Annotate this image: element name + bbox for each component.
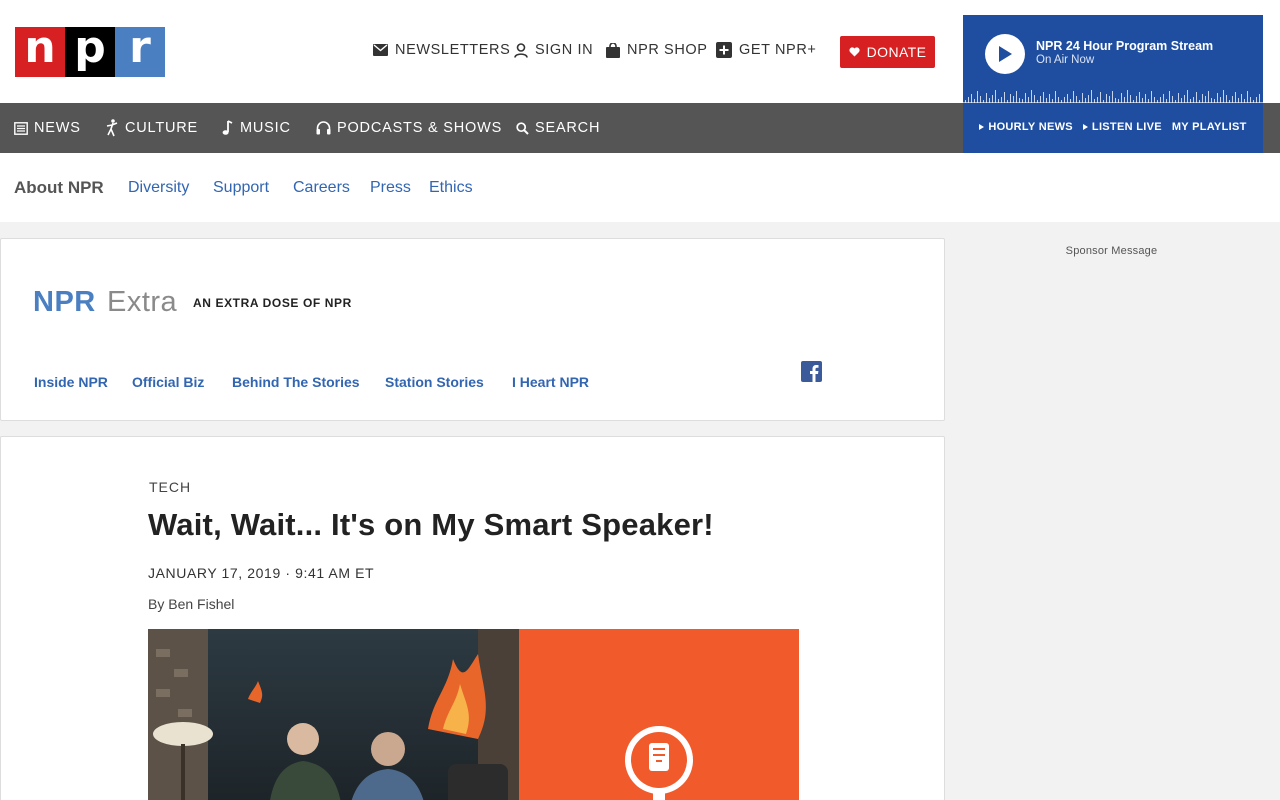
hourly-news-link[interactable]: HOURLY NEWS <box>979 121 1073 133</box>
facebook-icon[interactable] <box>801 361 822 382</box>
listen-live-link[interactable]: LISTEN LIVE <box>1082 121 1162 133</box>
nav-music[interactable]: MUSIC <box>222 103 291 153</box>
sign-in-link[interactable]: SIGN IN <box>514 42 593 58</box>
my-playlist-link[interactable]: MY PLAYLIST <box>1172 121 1247 133</box>
blog-nav-station-stories[interactable]: Station Stories <box>385 374 484 390</box>
nav-news[interactable]: NEWS <box>14 103 81 153</box>
subnav-press[interactable]: Press <box>370 179 411 197</box>
blog-nav-i-heart-npr[interactable]: I Heart NPR <box>512 374 589 390</box>
newsletters-link[interactable]: NEWSLETTERS <box>373 42 510 58</box>
audio-waveform <box>963 89 1263 103</box>
npr-extra-blog-header: NPR Extra AN EXTRA DOSE OF NPR Inside NP… <box>0 238 945 421</box>
article-headline: Wait, Wait... It's on My Smart Speaker! <box>148 507 714 542</box>
stream-status: On Air Now <box>1036 54 1095 66</box>
play-icon <box>999 46 1012 62</box>
npr-shop-label: NPR SHOP <box>627 42 708 58</box>
heart-icon <box>849 47 860 57</box>
subnav-careers[interactable]: Careers <box>293 179 350 197</box>
blog-nav-behind-the-stories[interactable]: Behind The Stories <box>232 374 360 390</box>
nav-podcasts-label: PODCASTS & SHOWS <box>337 120 503 136</box>
npr-shop-link[interactable]: NPR SHOP <box>606 42 708 58</box>
brand-npr-wordmark[interactable]: NPR <box>33 286 96 319</box>
dancer-icon <box>106 119 118 137</box>
get-npr-plus-link[interactable]: GET NPR+ <box>716 42 816 58</box>
article-card: TECH Wait, Wait... It's on My Smart Spea… <box>0 436 945 800</box>
logo-letter-r: r <box>115 26 165 77</box>
sponsor-message-label: Sponsor Message <box>1065 245 1158 257</box>
sign-in-label: SIGN IN <box>535 42 594 58</box>
shopping-bag-icon <box>606 42 620 58</box>
nav-search-label: SEARCH <box>535 120 601 136</box>
blog-nav-inside-npr[interactable]: Inside NPR <box>34 374 108 390</box>
nav-news-label: NEWS <box>34 120 81 136</box>
article-slug[interactable]: TECH <box>149 479 191 495</box>
nav-culture-label: CULTURE <box>125 120 199 136</box>
music-note-icon <box>222 120 233 135</box>
article-byline: By Ben Fishel <box>148 596 235 612</box>
live-stream-player: NPR 24 Hour Program Stream On Air Now HO… <box>963 15 1263 153</box>
hourly-news-label: HOURLY NEWS <box>988 121 1073 133</box>
logo-letter-p: p <box>65 26 115 77</box>
donate-button[interactable]: DONATE <box>840 36 935 68</box>
small-play-icon <box>1082 124 1088 130</box>
player-links: HOURLY NEWS LISTEN LIVE MY PLAYLIST <box>963 121 1263 133</box>
subnav-diversity[interactable]: Diversity <box>128 179 189 197</box>
waveform-baseline <box>963 102 1263 103</box>
brand-extra-wordmark[interactable]: Extra <box>107 286 177 319</box>
my-playlist-label: MY PLAYLIST <box>1171 121 1247 133</box>
brand-tagline: AN EXTRA DOSE OF NPR <box>193 296 352 310</box>
logo-letter-n: n <box>15 26 65 77</box>
nav-search[interactable]: SEARCH <box>516 103 600 153</box>
newsletters-label: NEWSLETTERS <box>395 42 511 58</box>
envelope-icon <box>373 44 388 56</box>
user-icon <box>514 42 528 58</box>
donate-label: DONATE <box>866 44 927 60</box>
subnav-ethics[interactable]: Ethics <box>429 179 473 197</box>
subnav-support[interactable]: Support <box>213 179 269 197</box>
newspaper-icon <box>14 121 28 135</box>
stream-title: NPR 24 Hour Program Stream <box>1036 39 1214 53</box>
about-subnav: About NPR Diversity Support Careers Pres… <box>0 153 1280 222</box>
play-button[interactable] <box>985 34 1025 74</box>
headphones-icon <box>316 121 331 135</box>
npr-logo[interactable]: n p r <box>15 26 165 77</box>
blog-nav-official-biz[interactable]: Official Biz <box>132 374 204 390</box>
article-dateline: JANUARY 17, 2019 · 9:41 AM ET <box>148 565 375 581</box>
listen-live-label: LISTEN LIVE <box>1091 121 1162 133</box>
small-play-icon <box>979 124 985 130</box>
about-npr-title[interactable]: About NPR <box>14 178 104 198</box>
get-npr-plus-label: GET NPR+ <box>739 42 817 58</box>
search-icon <box>516 121 529 135</box>
article-lead-image <box>148 629 799 800</box>
nav-culture[interactable]: CULTURE <box>105 103 198 153</box>
nav-music-label: MUSIC <box>240 120 291 136</box>
plus-square-icon <box>716 42 732 58</box>
nav-podcasts-shows[interactable]: PODCASTS & SHOWS <box>316 103 502 153</box>
